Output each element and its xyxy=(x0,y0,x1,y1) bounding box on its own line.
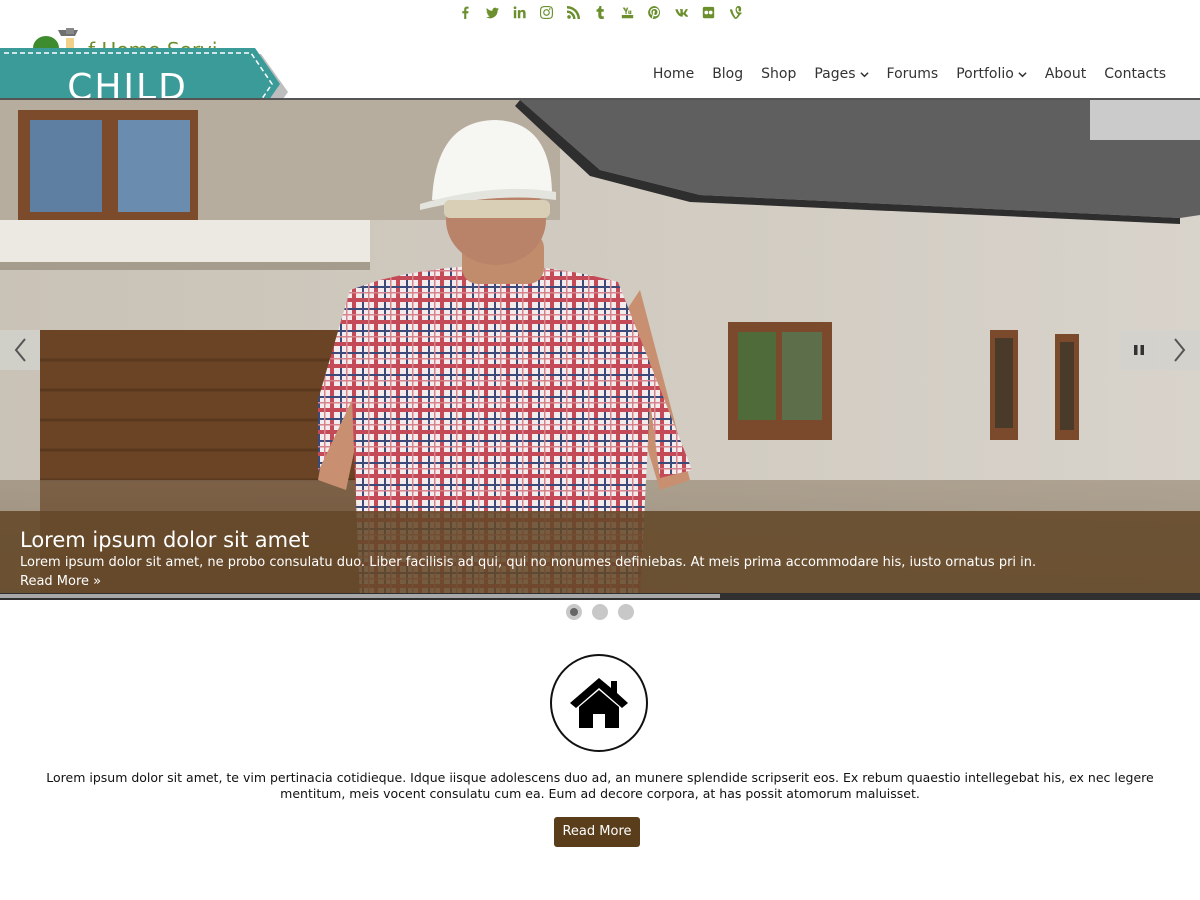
nav-item-label: Home xyxy=(652,66,695,82)
chevron-left-icon xyxy=(14,338,26,362)
slider-dot-1[interactable] xyxy=(566,604,582,620)
slider-progress-fill xyxy=(0,594,720,598)
tumblr-icon[interactable] xyxy=(587,1,614,23)
slider-progress-track xyxy=(0,593,1200,600)
nav-item-label: Blog xyxy=(712,66,744,82)
nav-item-home[interactable]: Home xyxy=(644,66,703,82)
nav-item-about[interactable]: About xyxy=(1036,66,1095,82)
pinterest-icon[interactable] xyxy=(641,1,668,23)
vine-icon[interactable] xyxy=(722,1,749,23)
slide-read-more-link[interactable]: Read More » xyxy=(20,574,101,590)
slider-prev-button[interactable] xyxy=(0,330,40,370)
slider-pagination xyxy=(0,604,1200,620)
nav-item-label: Forums xyxy=(886,66,939,82)
nav-item-label: Portfolio xyxy=(956,66,1014,82)
linkedin-icon[interactable] xyxy=(506,1,533,23)
nav-item-label: About xyxy=(1044,66,1087,82)
rss-icon[interactable] xyxy=(560,1,587,23)
nav-item-label: Pages xyxy=(814,66,856,82)
home-icon xyxy=(570,678,628,728)
pause-icon xyxy=(1134,345,1144,355)
slider-dot-3[interactable] xyxy=(618,604,634,620)
slider-pause-button[interactable] xyxy=(1119,330,1159,370)
facebook-icon[interactable] xyxy=(452,1,479,23)
slide-caption-title: Lorem ipsum dolor sit amet xyxy=(20,528,310,552)
slider-dot-2[interactable] xyxy=(592,604,608,620)
chevron-down-icon xyxy=(1018,71,1027,77)
nav-item-portfolio[interactable]: Portfolio xyxy=(947,66,1036,82)
feature-description: Lorem ipsum dolor sit amet, te vim perti… xyxy=(46,770,1154,801)
slide-caption-text: Lorem ipsum dolor sit amet, ne probo con… xyxy=(20,555,1037,570)
nav-item-forums[interactable]: Forums xyxy=(878,66,948,82)
youtube-icon[interactable] xyxy=(614,1,641,23)
slide-caption: Lorem ipsum dolor sit amet Lorem ipsum d… xyxy=(0,511,1200,593)
nav-item-contacts[interactable]: Contacts xyxy=(1095,66,1176,82)
nav-item-label: Shop xyxy=(761,66,797,82)
slider-next-button[interactable] xyxy=(1160,330,1200,370)
feature-icon-circle xyxy=(550,654,648,752)
feature-read-more-button[interactable]: Read More xyxy=(554,817,640,847)
vk-icon[interactable] xyxy=(668,1,695,23)
nav-item-pages[interactable]: Pages xyxy=(805,66,877,82)
twitter-icon[interactable] xyxy=(479,1,506,23)
flickr-icon[interactable] xyxy=(695,1,722,23)
nav-item-blog[interactable]: Blog xyxy=(703,66,752,82)
hero-slider: Lorem ipsum dolor sit amet Lorem ipsum d… xyxy=(0,100,1200,600)
chevron-down-icon xyxy=(859,71,869,77)
nav-item-shop[interactable]: Shop xyxy=(752,66,805,82)
instagram-icon[interactable] xyxy=(533,1,560,23)
main-navigation: Home Blog Shop Pages Forums Portfolio Ab… xyxy=(644,62,1176,86)
nav-item-label: Contacts xyxy=(1104,66,1166,82)
social-links-bar xyxy=(0,0,1200,24)
chevron-right-icon xyxy=(1174,338,1186,362)
